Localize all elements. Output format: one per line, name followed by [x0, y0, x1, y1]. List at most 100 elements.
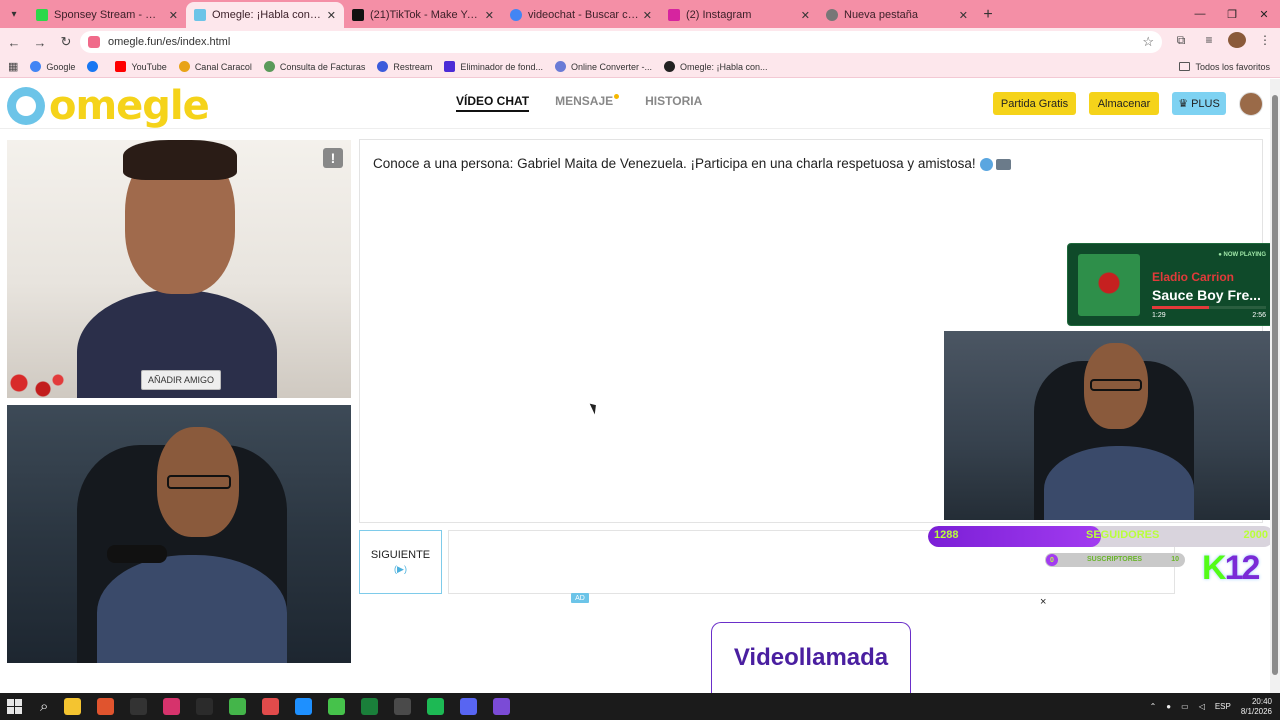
nav-message-label: MENSAJE — [555, 94, 614, 108]
nav-history[interactable]: HISTORIA — [645, 94, 702, 112]
taskbar-app-icon[interactable] — [130, 698, 148, 715]
taskbar-app-icon[interactable] — [460, 698, 478, 715]
taskbar-app-icon[interactable] — [295, 698, 313, 715]
tab-close-icon[interactable]: ✕ — [169, 9, 178, 22]
browser-tab[interactable]: Sponsey Stream - Watch Live o ✕ — [28, 2, 186, 28]
tab-favicon-icon — [194, 9, 206, 21]
bookmark-google[interactable]: Google — [30, 61, 75, 72]
menu-kebab-icon[interactable]: ⋮ — [1256, 33, 1274, 47]
taskbar-app-icon[interactable] — [427, 698, 445, 715]
new-tab-plus-icon[interactable]: + — [976, 2, 1000, 28]
language-indicator[interactable]: ESP — [1215, 702, 1231, 711]
taskbar-app-icon[interactable] — [64, 698, 82, 715]
bookmark-youtube[interactable]: YouTube — [115, 61, 167, 72]
subs-label: SUSCRIPTORES — [1087, 556, 1143, 563]
url-text: omegle.fun/es/index.html — [108, 36, 231, 48]
url-input[interactable]: omegle.fun/es/index.html ☆ — [80, 31, 1162, 53]
bookmark-omegle[interactable]: Omegle: ¡Habla con... — [663, 61, 768, 72]
scrollbar-thumb[interactable] — [1272, 95, 1278, 675]
profile-avatar[interactable] — [1228, 32, 1246, 48]
report-icon[interactable]: ! — [323, 148, 343, 168]
browser-tab-active[interactable]: Omegle: ¡Habla con Descor ✕ — [186, 2, 344, 28]
tab-close-icon[interactable]: ✕ — [801, 9, 810, 22]
toolbar-right: ⧉ ≡ ⋮ — [1172, 32, 1274, 48]
browser-tab[interactable]: Nueva pestaña ✕ — [818, 2, 976, 28]
store-button[interactable]: Almacenar — [1089, 92, 1159, 115]
song-progress — [1152, 306, 1266, 309]
taskbar-app-icon[interactable] — [97, 698, 115, 715]
taskbar-app-icon[interactable] — [229, 698, 247, 715]
streamer-webcam — [944, 331, 1270, 520]
tab-favicon-icon — [826, 9, 838, 21]
windows-start-icon[interactable] — [7, 699, 22, 714]
forward-arrow-icon[interactable]: → — [28, 30, 52, 54]
chat-intro-text: Conoce a una persona: Gabriel Maita de V… — [373, 156, 976, 171]
taskbar-app-icon[interactable] — [163, 698, 181, 715]
omegle-logo[interactable]: omegle — [7, 83, 210, 129]
song-progress-fill — [1152, 306, 1209, 309]
volume-icon[interactable]: ◁ — [1199, 702, 1205, 711]
tab-close-icon[interactable]: ✕ — [959, 9, 968, 22]
tab-search-icon[interactable]: ▾ — [0, 0, 28, 28]
next-button[interactable]: SIGUIENTE (▶) — [359, 530, 442, 594]
bookmark-label: Online Converter -... — [570, 61, 652, 72]
browser-tab[interactable]: (2) Instagram ✕ — [660, 2, 818, 28]
bookmark-label: Omegle: ¡Habla con... — [679, 61, 768, 72]
tray-chevron-icon[interactable]: ⌃ — [1150, 702, 1157, 711]
free-game-button[interactable]: Partida Gratis — [993, 92, 1076, 115]
ad-banner[interactable]: Videollamada — [711, 622, 911, 693]
bookmark-facebook[interactable] — [87, 61, 103, 72]
reload-icon[interactable]: ↻ — [54, 30, 78, 54]
site-info-icon[interactable] — [88, 36, 100, 48]
ad-close-icon[interactable]: × — [1040, 596, 1046, 608]
minimize-icon[interactable]: — — [1184, 0, 1216, 28]
close-window-icon[interactable]: ✕ — [1248, 0, 1280, 28]
system-tray: ⌃ ● ▭ ◁ ESP 20:40 8/1/2026 — [1150, 693, 1272, 720]
clock-time: 20:40 — [1251, 696, 1272, 706]
all-bookmarks[interactable]: Todos los favoritos — [1179, 62, 1270, 72]
followers-goal: 2000 — [1243, 529, 1268, 541]
microphone-tray-icon[interactable]: ● — [1166, 702, 1171, 711]
media-controls-icon[interactable]: ≡ — [1200, 33, 1218, 47]
facturas-icon — [263, 61, 275, 72]
notification-dot — [614, 94, 620, 99]
now-playing-widget: ● NOW PLAYING Eladio Carrion Sauce Boy F… — [1067, 243, 1270, 326]
taskbar-app-icon[interactable] — [394, 698, 412, 715]
bookmark-converter[interactable]: Online Converter -... — [554, 61, 652, 72]
restore-icon[interactable]: ❐ — [1216, 0, 1248, 28]
crown-icon: ♛ — [1178, 98, 1189, 110]
browser-tab[interactable]: videochat - Buscar con Google ✕ — [502, 2, 660, 28]
page-scrollbar[interactable] — [1270, 79, 1280, 693]
bookmark-facturas[interactable]: Consulta de Facturas — [263, 61, 365, 72]
plus-button[interactable]: ♛ PLUS — [1172, 92, 1226, 115]
taskbar-app-icon[interactable] — [361, 698, 379, 715]
tab-close-icon[interactable]: ✕ — [327, 9, 336, 22]
page-viewport: omegle VÍDEO CHAT MENSAJE HISTORIA Parti… — [0, 79, 1270, 693]
tab-close-icon[interactable]: ✕ — [485, 9, 494, 22]
taskbar-app-icon[interactable] — [493, 698, 511, 715]
network-icon[interactable]: ▭ — [1181, 702, 1189, 711]
taskbar-app-icon[interactable] — [196, 698, 214, 715]
taskbar-app-icon[interactable] — [262, 698, 280, 715]
tab-title: Omegle: ¡Habla con Descor — [212, 9, 323, 21]
bookmark-restream[interactable]: Restream — [377, 61, 432, 72]
bookmark-star-icon[interactable]: ☆ — [1142, 34, 1154, 50]
tab-close-icon[interactable]: ✕ — [643, 9, 652, 22]
apps-grid-icon[interactable]: ▦ — [8, 60, 18, 73]
search-icon[interactable]: ⌕ — [40, 698, 48, 715]
bookmark-eliminador[interactable]: Eliminador de fond... — [444, 61, 543, 72]
address-bar-row: ← → ↻ omegle.fun/es/index.html ☆ ⧉ ≡ ⋮ — [0, 28, 1280, 56]
back-arrow-icon[interactable]: ← — [2, 30, 26, 54]
album-art — [1078, 254, 1140, 316]
converter-icon — [554, 61, 566, 72]
extensions-icon[interactable]: ⧉ — [1172, 33, 1190, 48]
bookmark-caracol[interactable]: Canal Caracol — [178, 61, 252, 72]
nav-message[interactable]: MENSAJE — [555, 94, 620, 112]
add-friend-button[interactable]: AÑADIR AMIGO — [141, 370, 222, 390]
taskbar-app-icon[interactable] — [328, 698, 346, 715]
stranger-video: ! AÑADIR AMIGO — [7, 140, 351, 398]
nav-video-chat[interactable]: VÍDEO CHAT — [456, 94, 530, 112]
browser-tab[interactable]: (21)TikTok - Make Your Day ✕ — [344, 2, 502, 28]
user-avatar[interactable] — [1239, 92, 1263, 116]
clock[interactable]: 20:40 8/1/2026 — [1241, 697, 1272, 717]
